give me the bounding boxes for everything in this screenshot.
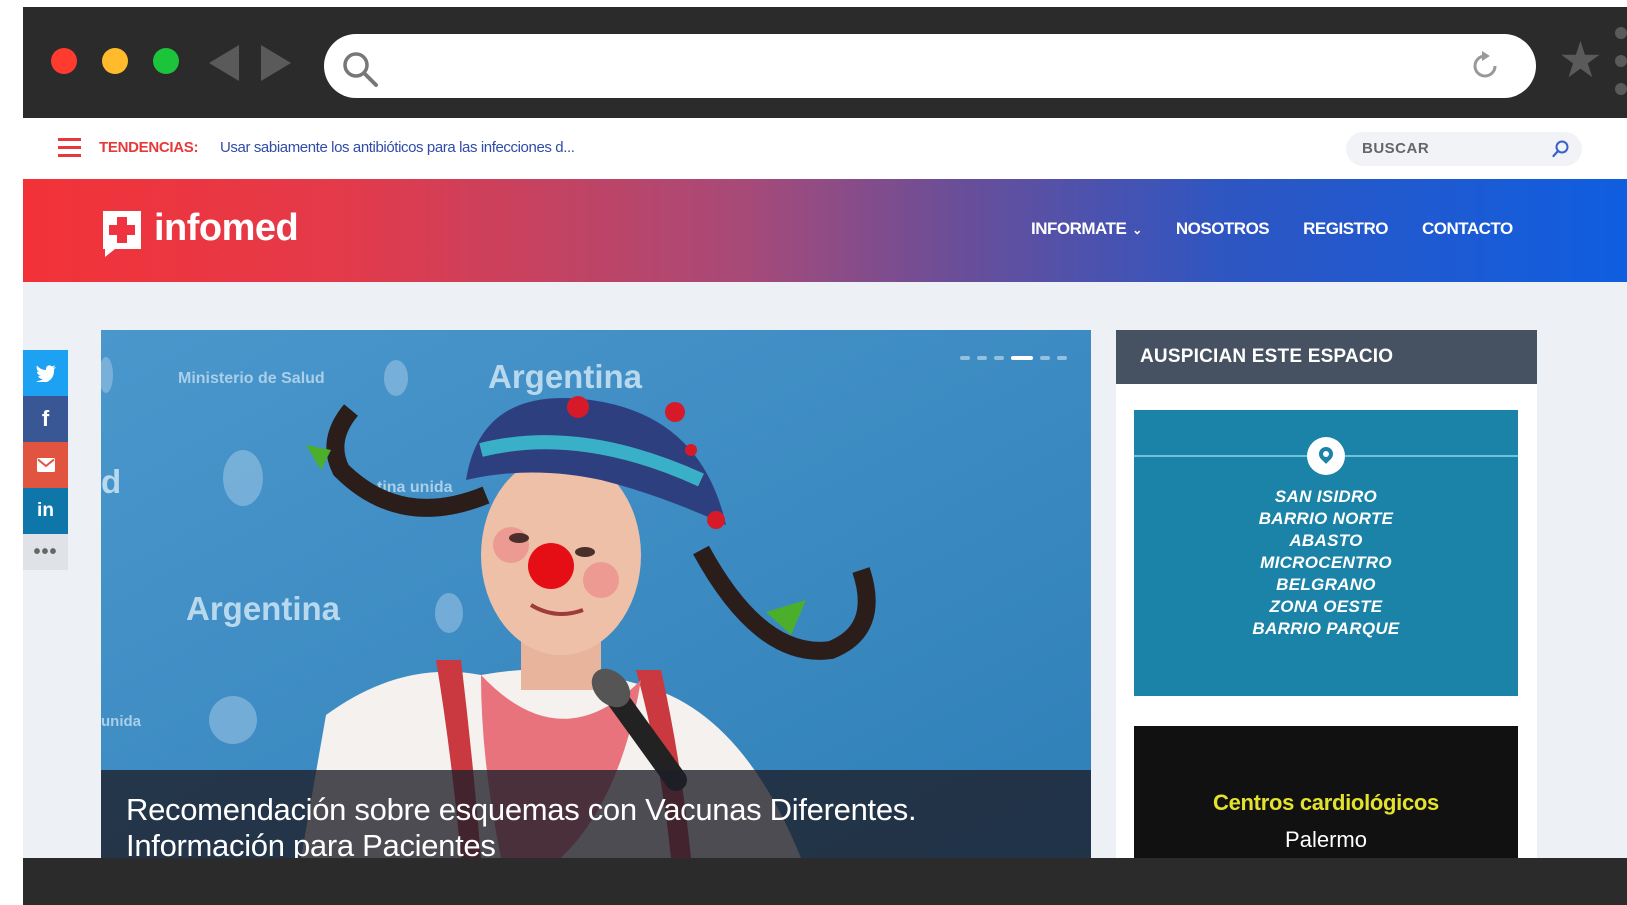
location-item: ABASTO — [1289, 531, 1363, 550]
trending-label: TENDENCIAS: — [99, 139, 199, 156]
search-icon[interactable] — [1552, 140, 1570, 158]
carousel-dot[interactable] — [1057, 356, 1067, 360]
hero-caption[interactable]: Recomendación sobre esquemas con Vacunas… — [101, 770, 1091, 858]
kebab-menu-icon[interactable] — [1615, 27, 1627, 111]
facebook-share-button[interactable]: f — [23, 396, 68, 442]
twitter-share-button[interactable] — [23, 350, 68, 396]
site-header: infomed INFORMATE ⌄ NOSOTROS REGISTRO CON… — [23, 179, 1627, 282]
backdrop-text: Argentina — [488, 358, 643, 395]
nav-nosotros[interactable]: NOSOTROS — [1176, 219, 1270, 239]
nav-registro[interactable]: REGISTRO — [1303, 219, 1388, 239]
maximize-window-button[interactable] — [153, 48, 179, 74]
sponsor-sidebar: AUSPICIAN ESTE ESPACIO SAN ISIDRO BARRIO… — [1116, 330, 1537, 858]
search-placeholder: BUSCAR — [1362, 140, 1430, 157]
close-window-button[interactable] — [51, 48, 77, 74]
location-item: BARRIO PARQUE — [1252, 619, 1400, 638]
ad-title: Centros cardiológicos — [1213, 790, 1439, 815]
location-item: BARRIO NORTE — [1258, 509, 1394, 528]
browser-window: ★ TENDENCIAS: Usar sabiamente los antibi… — [23, 7, 1627, 905]
nav-informate-label: INFORMATE — [1031, 219, 1127, 238]
backdrop-text: d — [101, 463, 121, 500]
location-pin-icon — [1307, 437, 1345, 475]
location-item: SAN ISIDRO — [1274, 487, 1378, 506]
back-arrow-icon[interactable] — [209, 45, 239, 81]
hero-slider[interactable]: Ministerio de Salud Argentina Argentina … — [101, 330, 1091, 858]
bookmark-star-icon[interactable]: ★ — [1558, 35, 1603, 85]
trending-bar: TENDENCIAS: Usar sabiamente los antibiót… — [23, 118, 1627, 179]
carousel-dot[interactable] — [994, 356, 1004, 360]
backdrop-text: unida — [101, 713, 142, 730]
backdrop-text: Ministerio de Salud — [178, 370, 325, 387]
location-item: BELGRANO — [1276, 575, 1376, 594]
forward-arrow-icon[interactable] — [261, 45, 291, 81]
social-share-bar: f in ••• — [23, 350, 68, 570]
search-icon — [343, 52, 378, 87]
ad-subtitle: Palermo — [1285, 827, 1367, 852]
carousel-indicators[interactable] — [953, 356, 1067, 360]
backdrop-text: Argentina — [186, 590, 341, 627]
bottom-bar — [23, 858, 1627, 905]
sponsor-ad-locations[interactable]: SAN ISIDRO BARRIO NORTE ABASTO MICROCENT… — [1134, 410, 1518, 696]
linkedin-share-button[interactable]: in — [23, 488, 68, 534]
nav-informate[interactable]: INFORMATE ⌄ — [1031, 219, 1142, 239]
location-item: MICROCENTRO — [1260, 553, 1392, 572]
main-nav: INFORMATE ⌄ NOSOTROS REGISTRO CONTACTO — [1031, 219, 1547, 239]
sidebar-title: AUSPICIAN ESTE ESPACIO — [1140, 346, 1394, 367]
email-icon — [36, 458, 55, 472]
sponsor-ad-cardiology[interactable]: Centros cardiológicos Palermo — [1134, 726, 1518, 858]
sidebar-header: AUSPICIAN ESTE ESPACIO — [1116, 330, 1537, 384]
site-logo[interactable]: infomed — [154, 207, 299, 250]
hero-caption-title[interactable]: Recomendación sobre esquemas con Vacunas… — [126, 792, 1026, 858]
reload-icon[interactable] — [1468, 49, 1502, 83]
address-bar[interactable] — [324, 34, 1536, 98]
minimize-window-button[interactable] — [102, 48, 128, 74]
chevron-down-icon: ⌄ — [1132, 223, 1142, 237]
linkedin-icon: in — [37, 500, 54, 521]
medical-cross-logo-icon[interactable] — [101, 209, 143, 259]
facebook-icon: f — [41, 406, 50, 431]
location-list: SAN ISIDRO BARRIO NORTE ABASTO MICROCENT… — [1134, 486, 1518, 640]
trending-link[interactable]: Usar sabiamente los antibióticos para la… — [220, 139, 575, 156]
carousel-dot[interactable] — [960, 356, 970, 360]
browser-toolbar: ★ — [23, 7, 1627, 118]
email-share-button[interactable] — [23, 442, 68, 488]
hamburger-menu-icon[interactable] — [58, 138, 81, 162]
more-icon: ••• — [33, 540, 58, 563]
web-page: TENDENCIAS: Usar sabiamente los antibiót… — [23, 118, 1627, 858]
search-input[interactable]: BUSCAR — [1346, 132, 1582, 166]
more-share-button[interactable]: ••• — [23, 534, 68, 570]
carousel-dot[interactable] — [977, 356, 987, 360]
carousel-dot[interactable] — [1040, 356, 1050, 360]
carousel-dot-active[interactable] — [1011, 356, 1033, 360]
twitter-icon — [35, 364, 56, 382]
nav-contacto[interactable]: CONTACTO — [1422, 219, 1513, 239]
location-item: ZONA OESTE — [1269, 597, 1383, 616]
